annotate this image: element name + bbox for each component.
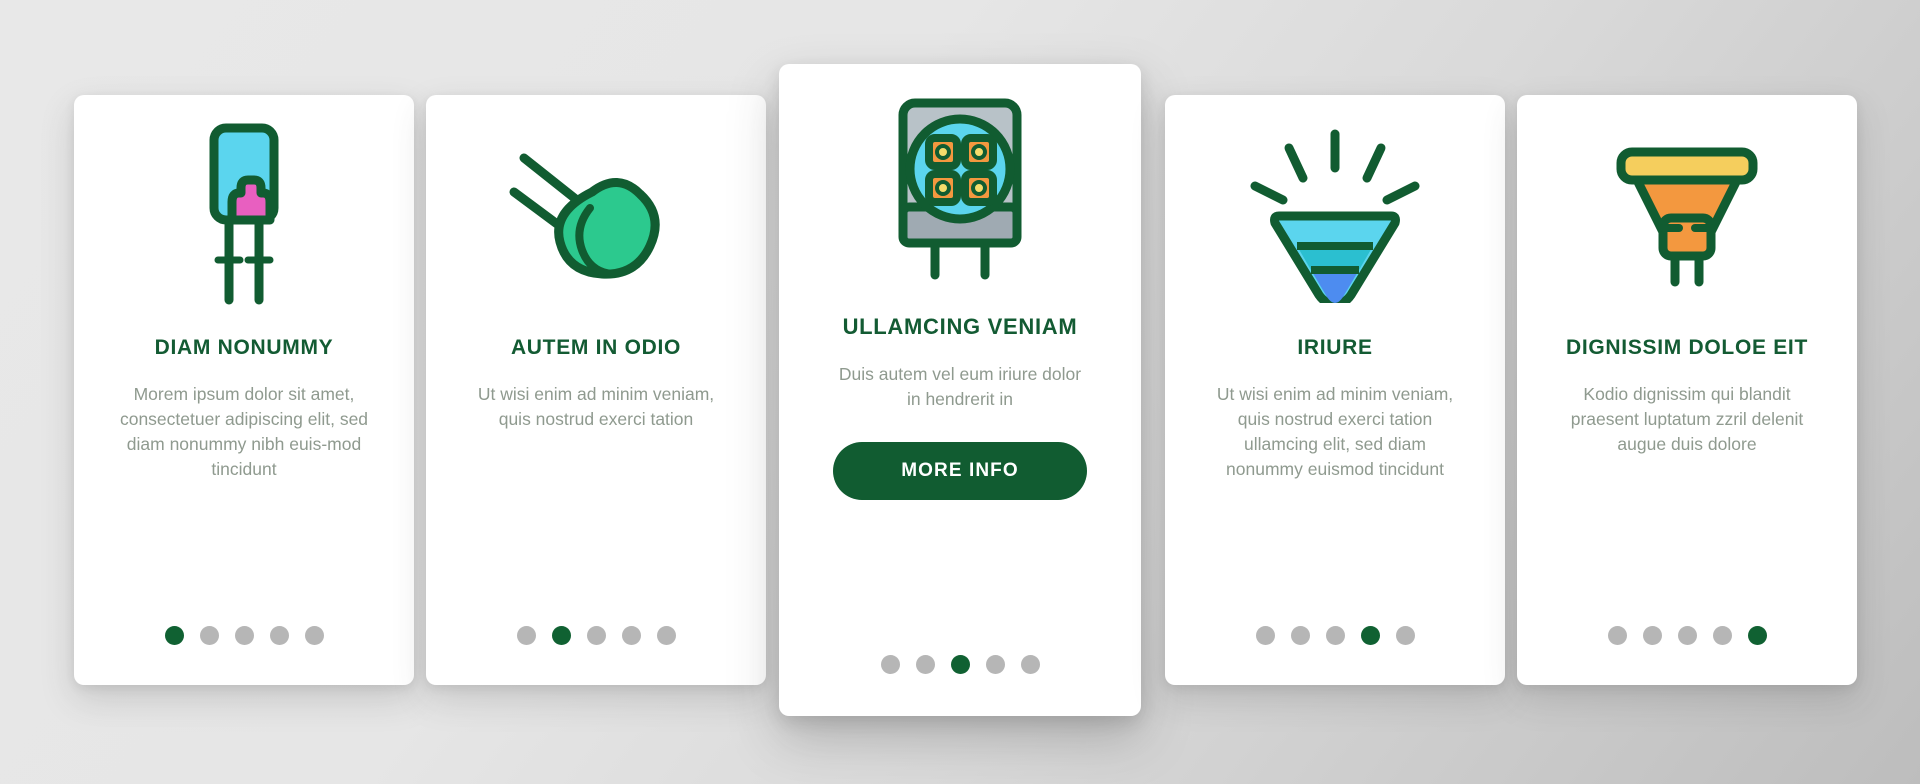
pagination-dot[interactable]: [199, 626, 219, 645]
pagination-dot[interactable]: [1290, 626, 1310, 645]
onboarding-card-3[interactable]: ULLAMCING VENIAM Duis autem vel eum iriu…: [779, 64, 1141, 716]
pagination-dot[interactable]: [516, 626, 536, 645]
card-body-text: Kodio dignissim qui blandit praesent lup…: [1570, 384, 1804, 454]
led-panel-module-icon: [779, 64, 1141, 314]
card-title: DIAM NONUMMY: [154, 336, 334, 359]
pagination-dots[interactable]: [74, 626, 414, 645]
pagination-dot[interactable]: [1712, 626, 1732, 645]
pagination-dot[interactable]: [950, 655, 970, 674]
onboarding-card-5[interactable]: DIGNISSIM DOLOE EIT Kodio dignissim qui …: [1517, 95, 1857, 685]
pagination-dots[interactable]: [426, 626, 766, 645]
card-body-text: Morem ipsum dolor sit amet, consectetuer…: [119, 384, 369, 479]
onboarding-card-1[interactable]: DIAM NONUMMY Morem ipsum dolor sit amet,…: [74, 95, 414, 685]
led-diode-tilted-icon: [426, 95, 766, 335]
pagination-dots[interactable]: [1165, 626, 1505, 645]
led-through-hole-icon: [74, 95, 414, 335]
pagination-dot[interactable]: [1395, 626, 1415, 645]
onboarding-screens-container: DIAM NONUMMY Morem ipsum dolor sit amet,…: [0, 0, 1920, 784]
pagination-dot[interactable]: [1607, 626, 1627, 645]
pagination-dot[interactable]: [656, 626, 676, 645]
pagination-dot[interactable]: [1360, 626, 1380, 645]
pagination-dot[interactable]: [880, 655, 900, 674]
halogen-mr16-bulb-icon: [1517, 95, 1857, 335]
card-title: ULLAMCING VENIAM: [842, 314, 1078, 339]
pagination-dots[interactable]: [779, 655, 1141, 674]
pagination-dot[interactable]: [551, 626, 571, 645]
pagination-dot[interactable]: [1642, 626, 1662, 645]
shining-lamp-icon: [1165, 95, 1505, 335]
card-title: IRIURE: [1297, 336, 1373, 359]
pagination-dot[interactable]: [1020, 655, 1040, 674]
pagination-dot[interactable]: [164, 626, 184, 645]
pagination-dot[interactable]: [1325, 626, 1345, 645]
card-body-text: Duis autem vel eum iriure dolor in hendr…: [838, 364, 1082, 410]
pagination-dot[interactable]: [586, 626, 606, 645]
pagination-dot[interactable]: [621, 626, 641, 645]
pagination-dot[interactable]: [985, 655, 1005, 674]
card-body-text: Ut wisi enim ad minim veniam, quis nostr…: [1216, 384, 1454, 479]
pagination-dots[interactable]: [1517, 626, 1857, 645]
pagination-dot[interactable]: [1747, 626, 1767, 645]
pagination-dot[interactable]: [1677, 626, 1697, 645]
pagination-dot[interactable]: [304, 626, 324, 645]
onboarding-card-2[interactable]: AUTEM IN ODIO Ut wisi enim ad minim veni…: [426, 95, 766, 685]
onboarding-card-4[interactable]: IRIURE Ut wisi enim ad minim veniam, qui…: [1165, 95, 1505, 685]
card-title: DIGNISSIM DOLOE EIT: [1566, 336, 1808, 359]
more-info-button[interactable]: MORE INFO: [833, 442, 1087, 501]
pagination-dot[interactable]: [234, 626, 254, 645]
pagination-dot[interactable]: [915, 655, 935, 674]
pagination-dot[interactable]: [1255, 626, 1275, 645]
pagination-dot[interactable]: [269, 626, 289, 645]
card-title: AUTEM IN ODIO: [510, 336, 682, 359]
card-body-text: Ut wisi enim ad minim veniam, quis nostr…: [477, 384, 715, 430]
